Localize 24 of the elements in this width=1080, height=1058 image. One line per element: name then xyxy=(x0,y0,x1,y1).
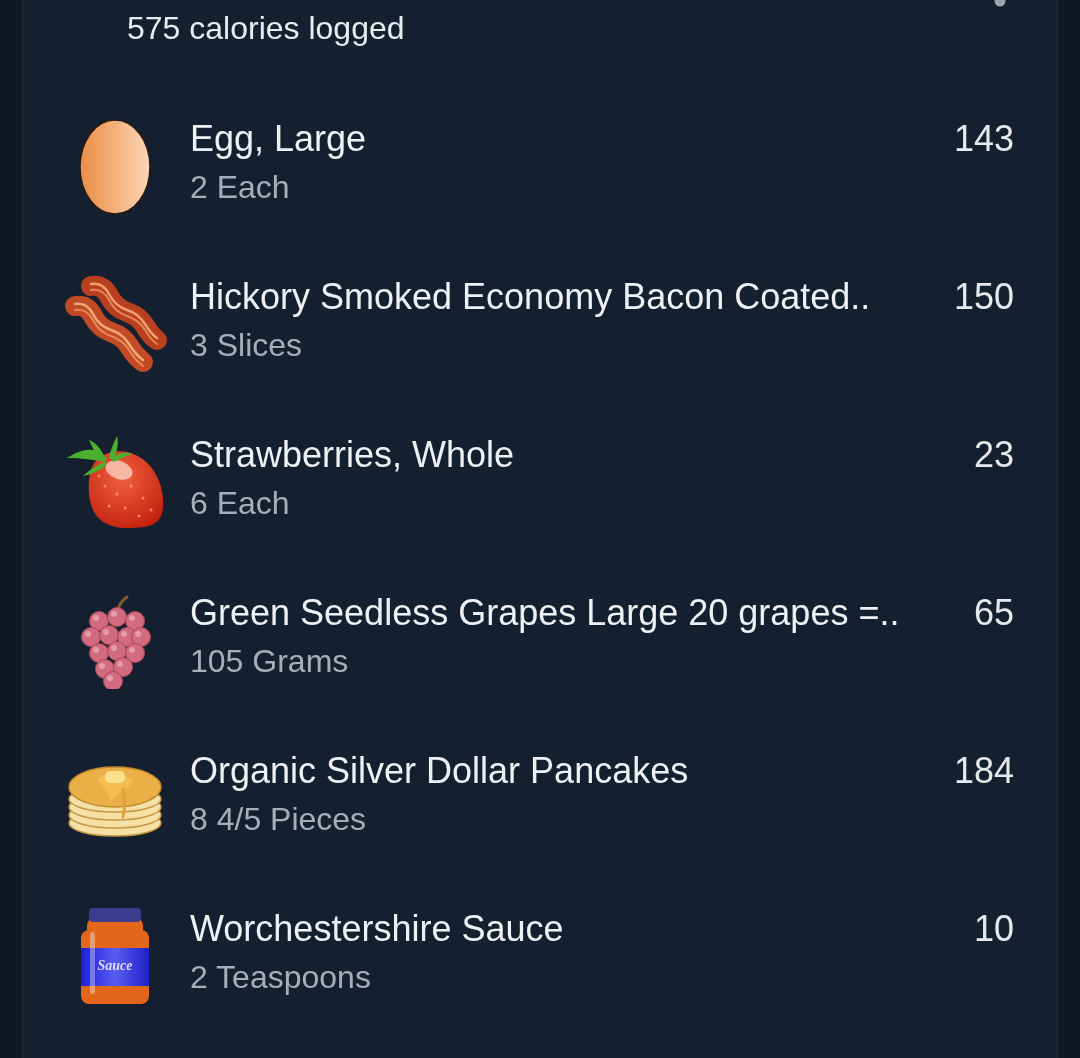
calories-summary: 575 calories logged xyxy=(127,9,405,48)
serving-size: 3 Slices xyxy=(190,326,304,365)
grapes-icon xyxy=(79,593,151,689)
serving-size: 8 4/5 Pieces xyxy=(190,800,368,839)
food-name: Hickory Smoked Economy Bacon Coated.. xyxy=(190,275,872,319)
food-name: Worchestershire Sauce xyxy=(190,907,565,951)
serving-size: 2 Teaspoons xyxy=(190,958,372,997)
serving-size: 6 Each xyxy=(190,484,291,523)
calorie-count: 184 xyxy=(953,749,1014,793)
food-name: Organic Silver Dollar Pancakes xyxy=(190,749,690,793)
calorie-count: 150 xyxy=(953,275,1014,319)
food-name: Strawberries, Whole xyxy=(190,433,516,477)
serving-size: 2 Each xyxy=(190,168,291,207)
jar-icon xyxy=(79,908,151,1006)
serving-size: 105 Grams xyxy=(190,642,350,681)
calorie-count: 10 xyxy=(973,907,1014,951)
food-name: Green Seedless Grapes Large 20 grapes =.. xyxy=(190,591,901,635)
calorie-count: 65 xyxy=(973,591,1014,635)
egg-icon xyxy=(79,119,151,215)
food-name: Egg, Large xyxy=(190,117,368,161)
calorie-count: 23 xyxy=(973,433,1014,477)
jar-label-text: Sauce xyxy=(97,957,133,975)
strawberry-icon xyxy=(65,436,165,530)
calorie-count: 143 xyxy=(953,117,1014,161)
